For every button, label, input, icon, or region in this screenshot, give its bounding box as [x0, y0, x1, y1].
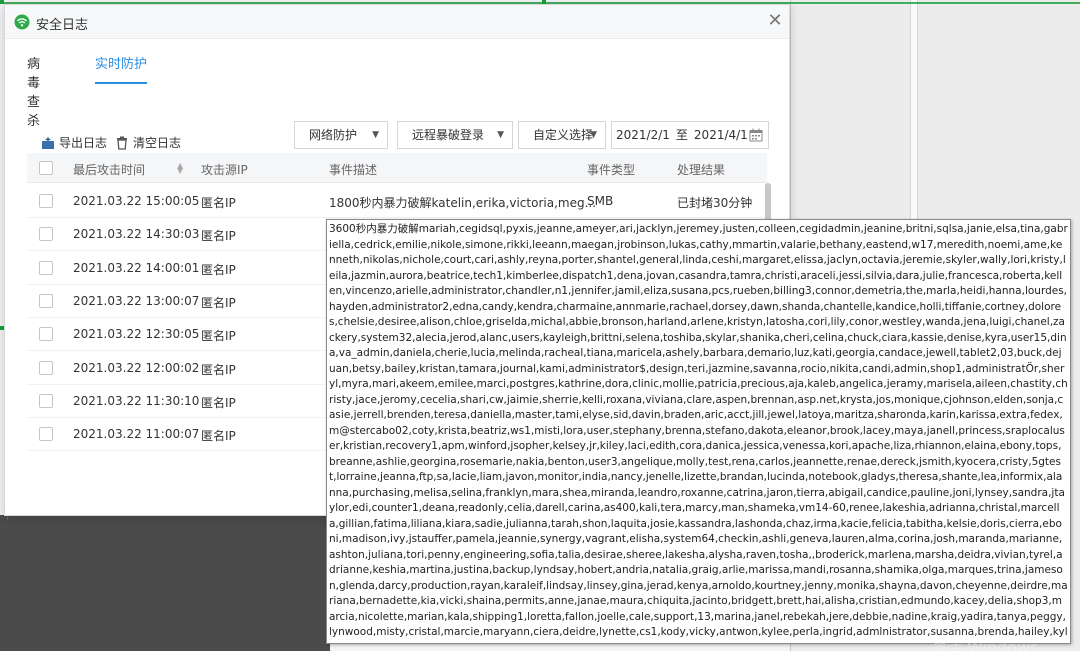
row-checkbox[interactable]: [39, 360, 53, 375]
date-separator: 至: [675, 128, 688, 142]
row-time: 2021.03.22 11:00:07: [73, 427, 200, 442]
table-header: 最后攻击时间 ▲ ▼ 攻击源IP 事件描述 事件类型 处理结果: [27, 153, 767, 183]
event-type-select[interactable]: 远程暴破登录 ▼: [397, 121, 513, 149]
header-result: 处理结果: [677, 163, 726, 177]
event-description-tooltip: 3600秒内暴力破解mariah,cegidsql,pyxis,jeanne,a…: [326, 219, 1071, 644]
header-time[interactable]: 最后攻击时间: [73, 161, 145, 178]
row-time: 2021.03.22 14:30:03: [73, 227, 200, 242]
row-time: 2021.03.22 12:00:02: [73, 360, 200, 375]
background-scrollbar-strip: [910, 0, 918, 225]
dialog-title: 安全日志: [36, 18, 89, 33]
row-checkbox[interactable]: [39, 194, 53, 208]
chevron-down-icon: ▼: [372, 130, 379, 140]
row-time: 2021.03.22 11:30:10: [73, 393, 200, 408]
chevron-down-icon: ▼: [590, 130, 597, 140]
toolbar: 导出日志 清空日志 网络防护 ▼ 远程暴破登录 ▼ 自定义选择 ▼ 2021/2…: [5, 120, 789, 156]
row-ip: 匿名IP: [201, 229, 236, 244]
chevron-down-icon: ▼: [497, 130, 504, 140]
row-ip: 匿名IP: [201, 196, 236, 210]
clear-log-button[interactable]: 清空日志: [115, 134, 181, 151]
range-select[interactable]: 自定义选择 ▼: [518, 121, 606, 149]
protection-type-select[interactable]: 网络防护 ▼: [294, 121, 388, 149]
row-checkbox[interactable]: [39, 427, 53, 442]
row-ip: 匿名IP: [201, 362, 236, 377]
row-ip: 匿名IP: [201, 329, 236, 344]
row-checkbox[interactable]: [39, 327, 53, 342]
date-from: 2021/2/1: [616, 128, 670, 142]
calendar-icon[interactable]: [749, 128, 763, 142]
row-checkbox[interactable]: [39, 293, 53, 308]
header-ip: 攻击源IP: [201, 163, 248, 177]
row-time: 2021.03.22 13:00:07: [73, 293, 200, 308]
table-row[interactable]: 2021.03.22 15:00:05 匿名IP 1800秒内暴力破解katelin…: [27, 185, 767, 218]
clear-log-label: 清空日志: [133, 136, 182, 150]
tab-realtime-protection[interactable]: 实时防护: [95, 53, 147, 84]
header-desc: 事件描述: [329, 163, 378, 177]
row-time: 2021.03.22 14:00:01: [73, 260, 200, 275]
background-dark-area: [0, 515, 330, 651]
trash-icon: [117, 136, 127, 150]
row-type: SMB: [587, 194, 614, 208]
range-value: 自定义选择: [533, 128, 594, 142]
titlebar: 安全日志 ✕: [5, 5, 789, 39]
row-ip: 匿名IP: [201, 295, 236, 310]
row-checkbox[interactable]: [39, 227, 53, 242]
shield-wifi-icon: [14, 14, 30, 30]
row-checkbox[interactable]: [39, 393, 53, 408]
date-range-picker[interactable]: 2021/2/1 至 2021/4/1: [611, 121, 769, 149]
export-log-label: 导出日志: [59, 136, 108, 150]
row-result: 已封堵30分钟: [677, 196, 753, 210]
header-type: 事件类型: [587, 163, 636, 177]
select-all-checkbox[interactable]: [39, 161, 53, 175]
row-ip: 匿名IP: [201, 429, 236, 444]
row-time: 2021.03.22 15:00:05: [73, 194, 200, 208]
export-icon: [42, 136, 54, 149]
activation-watermark: 激活 Windows: [930, 638, 1039, 651]
close-button[interactable]: ✕: [765, 11, 785, 31]
row-desc: 1800秒内暴力破解katelin,erika,victoria,meg...: [329, 196, 597, 210]
sort-icon[interactable]: ▲ ▼: [177, 162, 183, 175]
export-log-button[interactable]: 导出日志: [41, 134, 107, 151]
protection-type-value: 网络防护: [309, 128, 358, 142]
row-time: 2021.03.22 12:30:05: [73, 327, 200, 342]
row-checkbox[interactable]: [39, 260, 53, 275]
row-ip: 匿名IP: [201, 395, 236, 410]
row-ip: 匿名IP: [201, 262, 236, 277]
date-to: 2021/4/1: [693, 128, 748, 142]
event-type-value: 远程暴破登录: [412, 128, 485, 142]
